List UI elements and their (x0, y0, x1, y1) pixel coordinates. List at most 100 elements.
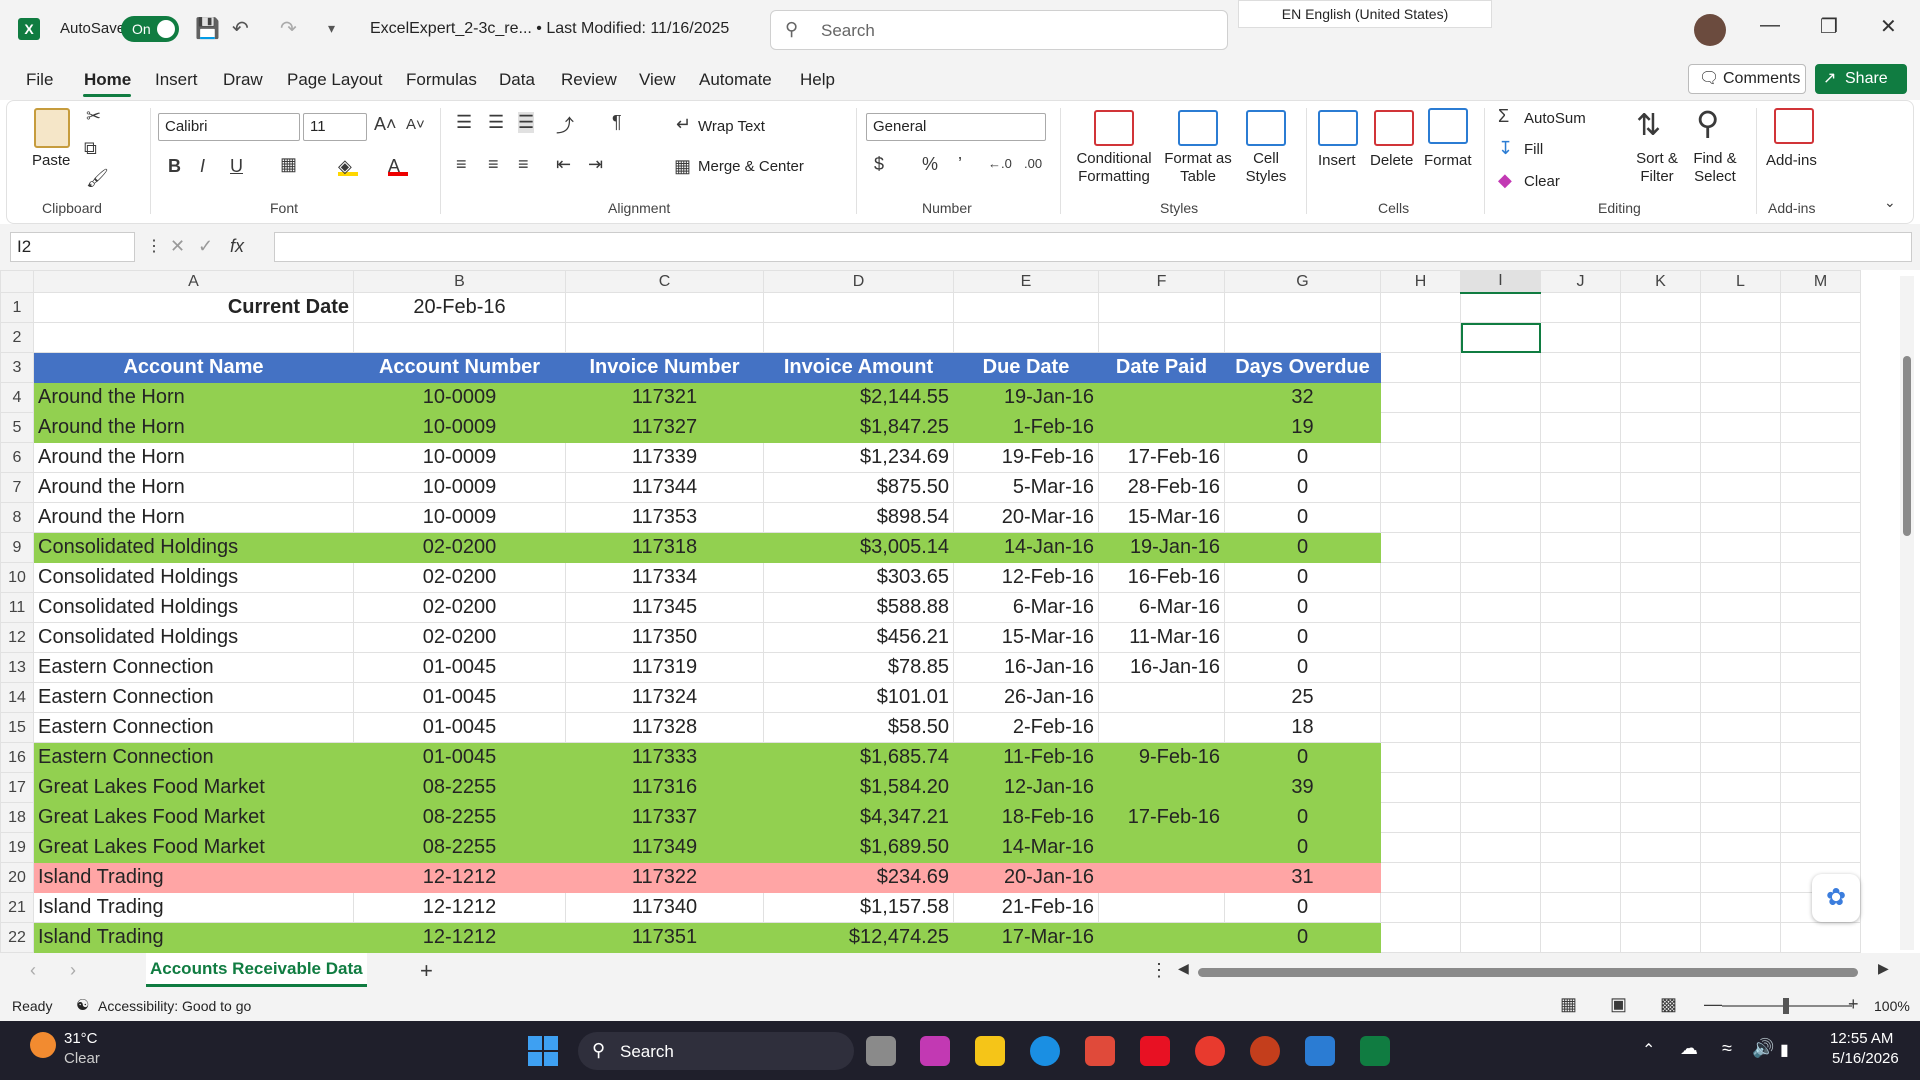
scroll-left-icon[interactable]: ◀ (1178, 960, 1189, 977)
cell[interactable] (763, 322, 954, 353)
italic-icon[interactable]: I (200, 156, 205, 177)
table-cell[interactable]: Eastern Connection (33, 742, 354, 773)
cell[interactable] (1540, 292, 1621, 323)
table-cell[interactable]: 19-Feb-16 (953, 442, 1099, 473)
cell[interactable] (1460, 832, 1541, 863)
cell[interactable] (1540, 802, 1621, 833)
accessibility-status[interactable]: Accessibility: Good to go (98, 998, 251, 1014)
add-sheet-icon[interactable]: + (420, 958, 433, 984)
ribbon-collapse-icon[interactable]: ⌄ (1884, 194, 1896, 211)
store-icon[interactable] (1085, 1036, 1115, 1066)
cell[interactable] (1620, 322, 1701, 353)
table-cell[interactable]: 9-Feb-16 (1098, 742, 1225, 773)
table-cell[interactable]: $78.85 (763, 652, 954, 683)
paste-icon[interactable] (34, 108, 70, 148)
cell[interactable] (1380, 412, 1461, 443)
increase-decimal-icon[interactable]: ←.0 (988, 156, 1012, 171)
zoom-slider[interactable] (1722, 998, 1852, 1014)
cell[interactable] (1620, 502, 1701, 533)
table-cell[interactable]: Around the Horn (33, 472, 354, 503)
cell[interactable] (1380, 652, 1461, 683)
menu-formulas[interactable]: Formulas (406, 70, 477, 90)
cell[interactable] (1620, 862, 1701, 893)
column-header[interactable]: L (1700, 270, 1781, 293)
row-header[interactable]: 13 (0, 652, 34, 683)
cell[interactable] (1460, 922, 1541, 953)
cell[interactable] (1780, 532, 1861, 563)
clock-time[interactable]: 12:55 AM (1830, 1030, 1893, 1047)
table-cell[interactable]: Island Trading (33, 862, 354, 893)
table-cell[interactable]: 0 (1224, 562, 1381, 593)
cell[interactable] (1380, 622, 1461, 653)
file-explorer-icon[interactable] (975, 1036, 1005, 1066)
table-cell[interactable]: 15-Mar-16 (953, 622, 1099, 653)
cell[interactable] (1380, 772, 1461, 803)
zoom-level[interactable]: 100% (1874, 998, 1910, 1014)
table-cell[interactable]: 12-Feb-16 (953, 562, 1099, 593)
column-header[interactable]: I (1460, 270, 1541, 294)
cell[interactable] (1380, 352, 1461, 383)
cell[interactable] (565, 292, 764, 323)
cell[interactable] (1380, 922, 1461, 953)
table-cell[interactable]: 6-Mar-16 (1098, 592, 1225, 623)
cell[interactable] (1780, 562, 1861, 593)
align-left-icon[interactable]: ≡ (456, 154, 467, 175)
cell[interactable] (1540, 682, 1621, 713)
cell[interactable] (1380, 592, 1461, 623)
document-title[interactable]: ExcelExpert_2-3c_re... • Last Modified: … (370, 20, 729, 38)
prev-sheet-icon[interactable]: ‹ (30, 960, 36, 981)
table-cell[interactable]: $875.50 (763, 472, 954, 503)
menu-page-layout[interactable]: Page Layout (287, 70, 382, 90)
table-cell[interactable] (1098, 382, 1225, 413)
row-header[interactable]: 9 (0, 532, 34, 563)
cell[interactable] (1460, 292, 1541, 323)
column-header[interactable]: D (763, 270, 954, 293)
decrease-font-icon[interactable]: A˅ (406, 116, 425, 133)
cell[interactable] (1620, 892, 1701, 923)
cell[interactable] (1540, 622, 1621, 653)
cell[interactable] (1224, 292, 1381, 323)
cell[interactable] (1700, 682, 1781, 713)
table-cell[interactable]: Great Lakes Food Market (33, 802, 354, 833)
conditional-formatting-button[interactable]: Conditional Formatting (1068, 150, 1160, 186)
comments-button[interactable]: 🗨 Comments (1688, 64, 1806, 94)
cell[interactable] (1460, 682, 1541, 713)
table-cell[interactable]: $1,157.58 (763, 892, 954, 923)
fill-button[interactable]: Fill (1524, 141, 1543, 158)
font-size-select[interactable]: 11 (303, 113, 367, 141)
cell[interactable] (953, 292, 1099, 323)
cell[interactable] (1460, 712, 1541, 743)
cell[interactable] (1700, 652, 1781, 683)
cell[interactable] (1540, 382, 1621, 413)
table-cell[interactable]: 26-Jan-16 (953, 682, 1099, 713)
onedrive-icon[interactable]: ☁ (1680, 1038, 1698, 1059)
format-painter-icon[interactable]: 🖌 (86, 168, 109, 189)
underline-icon[interactable]: U (230, 156, 243, 177)
cell[interactable] (1460, 802, 1541, 833)
cell[interactable] (1540, 562, 1621, 593)
row-header[interactable]: 4 (0, 382, 34, 413)
column-header[interactable]: B (353, 270, 566, 293)
cell[interactable] (1380, 712, 1461, 743)
table-cell[interactable]: $1,689.50 (763, 832, 954, 863)
table-cell[interactable]: Around the Horn (33, 382, 354, 413)
table-cell[interactable]: 0 (1224, 832, 1381, 863)
table-cell[interactable] (1098, 682, 1225, 713)
row-header[interactable]: 19 (0, 832, 34, 863)
header-cell[interactable]: Invoice Number (565, 352, 764, 383)
menu-review[interactable]: Review (561, 70, 617, 90)
table-cell[interactable]: Great Lakes Food Market (33, 772, 354, 803)
menu-data[interactable]: Data (499, 70, 535, 90)
menu-view[interactable]: View (639, 70, 676, 90)
cell[interactable] (1098, 322, 1225, 353)
table-cell[interactable]: 0 (1224, 652, 1381, 683)
table-cell[interactable]: 117321 (565, 382, 764, 413)
cell[interactable] (1460, 772, 1541, 803)
cell[interactable] (1620, 532, 1701, 563)
cell[interactable] (1460, 352, 1541, 383)
table-cell[interactable]: 17-Feb-16 (1098, 442, 1225, 473)
table-cell[interactable]: 0 (1224, 502, 1381, 533)
scroll-thumb[interactable] (1903, 356, 1911, 536)
row-header[interactable]: 6 (0, 442, 34, 473)
table-cell[interactable]: $1,847.25 (763, 412, 954, 443)
